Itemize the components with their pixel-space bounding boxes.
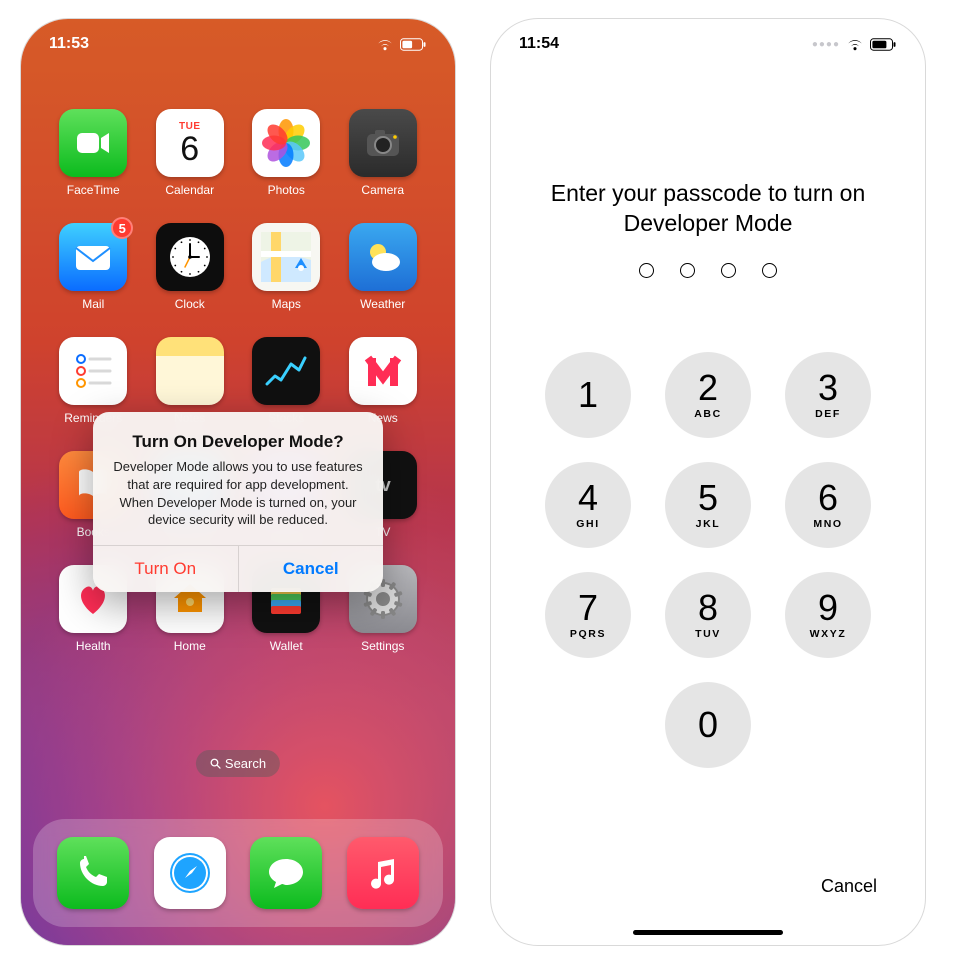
key-9[interactable]: 9 WXYZ (785, 572, 871, 658)
passcode-dots (639, 263, 777, 278)
phone-home-screen: 11:53 FaceTimeTUE6CalendarPhotosCamera5M… (20, 18, 456, 946)
key-digit: 2 (698, 370, 718, 406)
key-7[interactable]: 7 PQRS (545, 572, 631, 658)
key-digit: 4 (578, 480, 598, 516)
key-digit: 6 (818, 480, 838, 516)
alert-title: Turn On Developer Mode? (111, 432, 365, 452)
key-digit: 5 (698, 480, 718, 516)
key-1[interactable]: 1 (545, 352, 631, 438)
battery-icon (870, 38, 897, 51)
key-0[interactable]: 0 (665, 682, 751, 768)
key-letters: ABC (694, 408, 722, 420)
key-6[interactable]: 6 MNO (785, 462, 871, 548)
passcode-dot (680, 263, 695, 278)
passcode-dot (762, 263, 777, 278)
alert-dialog: Turn On Developer Mode? Developer Mode a… (93, 412, 383, 591)
key-digit: 3 (818, 370, 838, 406)
key-8[interactable]: 8 TUV (665, 572, 751, 658)
key-4[interactable]: 4 GHI (545, 462, 631, 548)
status-bar: 11:54 ●●●● (491, 19, 925, 69)
home-indicator[interactable] (633, 930, 783, 935)
key-2[interactable]: 2 ABC (665, 352, 751, 438)
alert-backdrop: Turn On Developer Mode? Developer Mode a… (21, 19, 455, 945)
key-letters: DEF (815, 408, 841, 420)
key-letters: MNO (813, 518, 842, 530)
key-3[interactable]: 3 DEF (785, 352, 871, 438)
key-digit: 0 (698, 707, 718, 743)
cellular-dots-icon: ●●●● (812, 39, 840, 50)
wifi-icon (846, 38, 864, 51)
key-letters: PQRS (570, 628, 606, 640)
key-digit: 8 (698, 590, 718, 626)
key-letters: JKL (696, 518, 721, 530)
key-digit: 7 (578, 590, 598, 626)
status-icons: ●●●● (812, 38, 897, 51)
passcode-screen: Enter your passcode to turn on Developer… (491, 19, 925, 945)
keypad: 1 2 ABC 3 DEF 4 GHI 5 JKL 6 MNO 7 PQRS 8 TUV 9 WXYZ 0 (545, 352, 871, 768)
key-letters: TUV (695, 628, 721, 640)
alert-message: Developer Mode allows you to use feature… (111, 458, 365, 528)
key-digit: 1 (578, 377, 598, 413)
passcode-title: Enter your passcode to turn on Developer… (491, 179, 925, 239)
key-letters: GHI (576, 518, 599, 530)
key-letters: WXYZ (810, 628, 847, 640)
passcode-cancel-button[interactable]: Cancel (821, 876, 877, 897)
passcode-dot (639, 263, 654, 278)
key-5[interactable]: 5 JKL (665, 462, 751, 548)
key-digit: 9 (818, 590, 838, 626)
passcode-dot (721, 263, 736, 278)
alert-body: Turn On Developer Mode? Developer Mode a… (93, 412, 383, 544)
phone-passcode-screen: 11:54 ●●●● Enter your passcode to turn o… (490, 18, 926, 946)
alert-buttons: Turn On Cancel (93, 545, 383, 592)
status-time: 11:54 (519, 35, 559, 53)
alert-turn-on-button[interactable]: Turn On (93, 546, 239, 592)
alert-cancel-button[interactable]: Cancel (239, 546, 384, 592)
